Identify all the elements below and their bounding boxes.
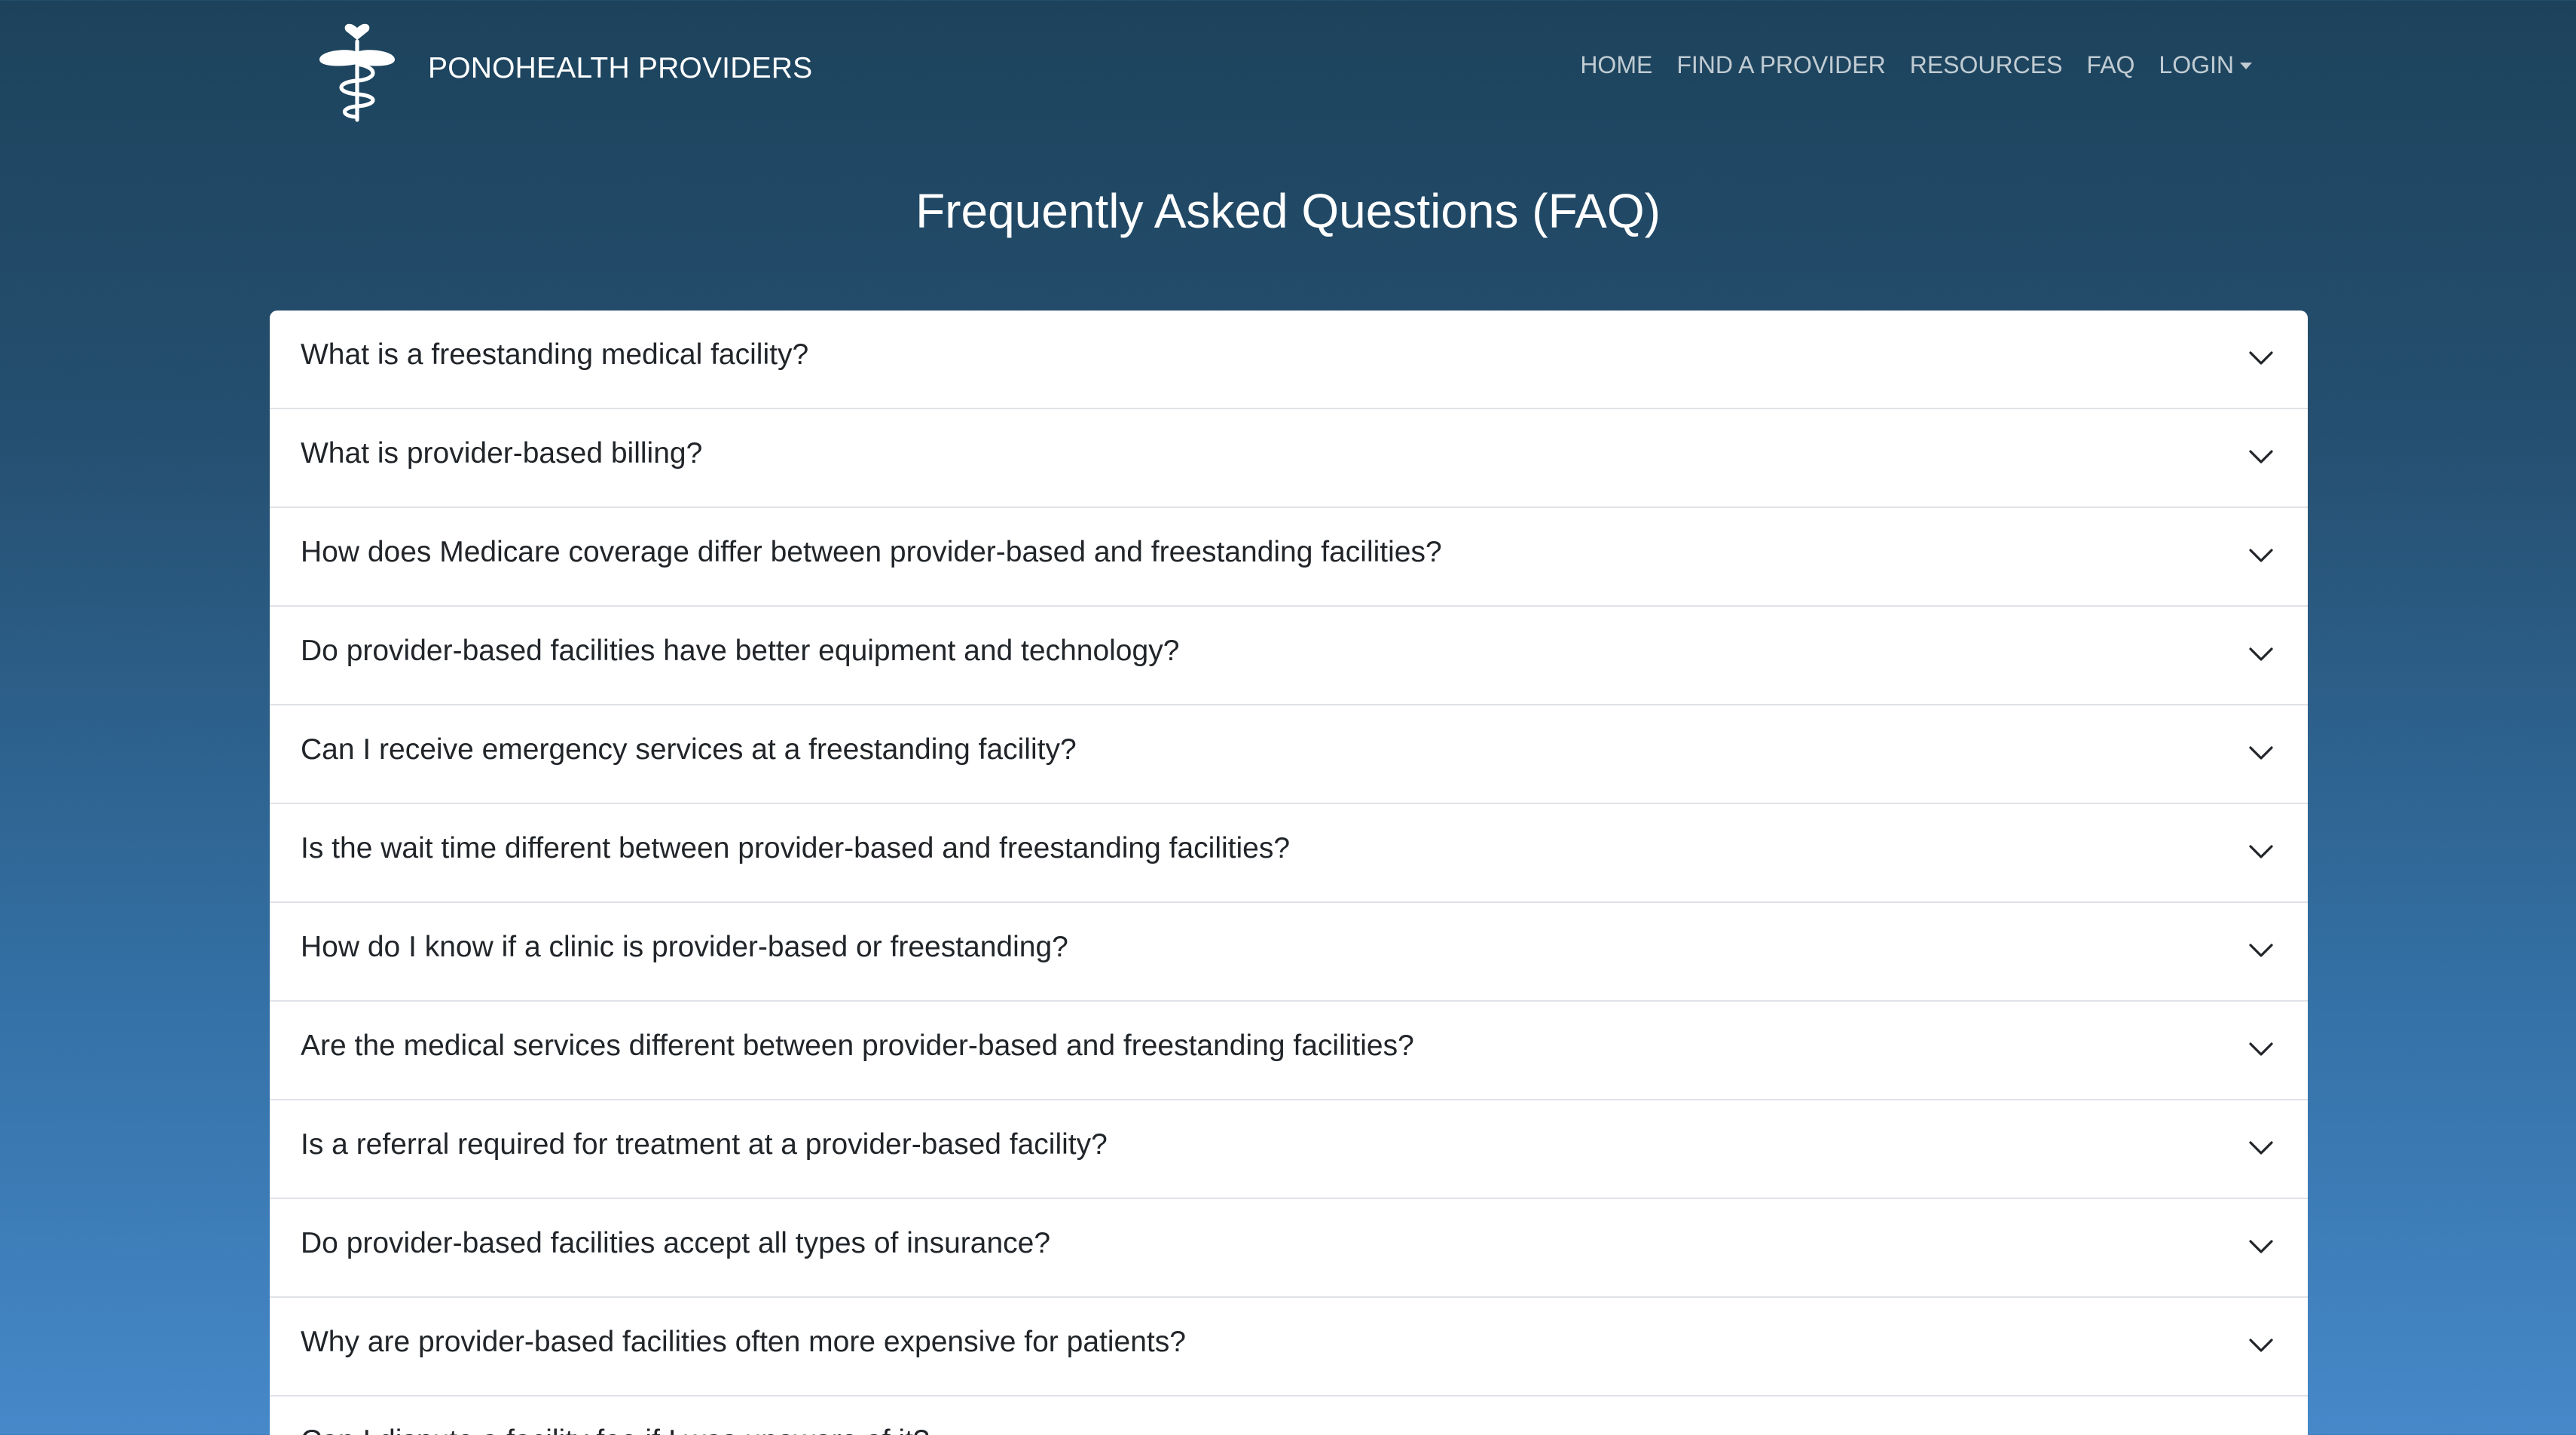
nav-login-dropdown[interactable]: LOGIN xyxy=(2159,53,2252,77)
faq-question: What is a freestanding medical facility? xyxy=(301,338,809,371)
faq-item[interactable]: Do provider-based facilities have better… xyxy=(270,607,2308,705)
chevron-down-icon xyxy=(2249,1339,2273,1352)
faq-question: Are the medical services different betwe… xyxy=(301,1030,1414,1062)
faq-item[interactable]: How does Medicare coverage differ betwee… xyxy=(270,508,2308,607)
nav-faq-link[interactable]: FAQ xyxy=(2086,53,2134,77)
faq-item[interactable]: Is a referral required for treatment at … xyxy=(270,1100,2308,1199)
faq-item[interactable]: What is a freestanding medical facility? xyxy=(270,311,2308,409)
brand[interactable]: PONOHEALTH PROVIDERS xyxy=(309,12,812,125)
faq-item[interactable]: How do I know if a clinic is provider-ba… xyxy=(270,903,2308,1002)
faq-item[interactable]: Are the medical services different betwe… xyxy=(270,1002,2308,1100)
faq-accordion: What is a freestanding medical facility?… xyxy=(270,311,2308,1435)
nav-login-label: LOGIN xyxy=(2159,51,2234,78)
brand-name: PONOHEALTH PROVIDERS xyxy=(428,52,813,84)
chevron-down-icon xyxy=(2249,450,2273,464)
faq-item[interactable]: What is provider-based billing? xyxy=(270,409,2308,508)
chevron-down-icon xyxy=(2249,1141,2273,1155)
chevron-down-icon xyxy=(2249,647,2273,661)
caret-down-icon xyxy=(2240,62,2252,69)
nav-find-provider-link[interactable]: FIND A PROVIDER xyxy=(1676,53,1885,77)
faq-question: Can I receive emergency services at a fr… xyxy=(301,733,1077,766)
faq-question: Do provider-based facilities have better… xyxy=(301,635,1180,667)
top-navbar: PONOHEALTH PROVIDERS HOME FIND A PROVIDE… xyxy=(0,0,2576,143)
faq-question: Can I dispute a facility fee if I was un… xyxy=(301,1397,930,1435)
chevron-down-icon xyxy=(2249,944,2273,957)
caduceus-heart-icon xyxy=(319,23,395,122)
chevron-down-icon xyxy=(2249,845,2273,858)
chevron-down-icon xyxy=(2249,1240,2273,1253)
chevron-down-icon xyxy=(2246,1428,2276,1435)
chevron-down-icon xyxy=(2249,549,2273,562)
faq-item[interactable]: Is the wait time different between provi… xyxy=(270,804,2308,903)
faq-question: Is the wait time different between provi… xyxy=(301,832,1291,864)
chevron-down-icon xyxy=(2249,351,2273,365)
faq-question: Why are provider-based facilities often … xyxy=(301,1326,1186,1358)
faq-question: How does Medicare coverage differ betwee… xyxy=(301,536,1442,568)
faq-question: How do I know if a clinic is provider-ba… xyxy=(301,931,1068,963)
faq-question: Is a referral required for treatment at … xyxy=(301,1128,1108,1161)
nav-home-link[interactable]: HOME xyxy=(1580,53,1652,77)
chevron-down-icon xyxy=(2249,746,2273,760)
page-title: Frequently Asked Questions (FAQ) xyxy=(915,184,1661,238)
faq-question: Do provider-based facilities accept all … xyxy=(301,1227,1051,1259)
faq-item[interactable]: Can I receive emergency services at a fr… xyxy=(270,705,2308,804)
faq-item[interactable]: Can I dispute a facility fee if I was un… xyxy=(270,1397,2308,1435)
nav-resources-link[interactable]: RESOURCES xyxy=(1910,53,2063,77)
main-nav: HOME FIND A PROVIDER RESOURCES FAQ LOGIN xyxy=(1556,53,2252,77)
faq-item[interactable]: Why are provider-based facilities often … xyxy=(270,1298,2308,1397)
faq-question: What is provider-based billing? xyxy=(301,437,703,470)
faq-item[interactable]: Do provider-based facilities accept all … xyxy=(270,1199,2308,1298)
chevron-down-icon xyxy=(2249,1042,2273,1056)
